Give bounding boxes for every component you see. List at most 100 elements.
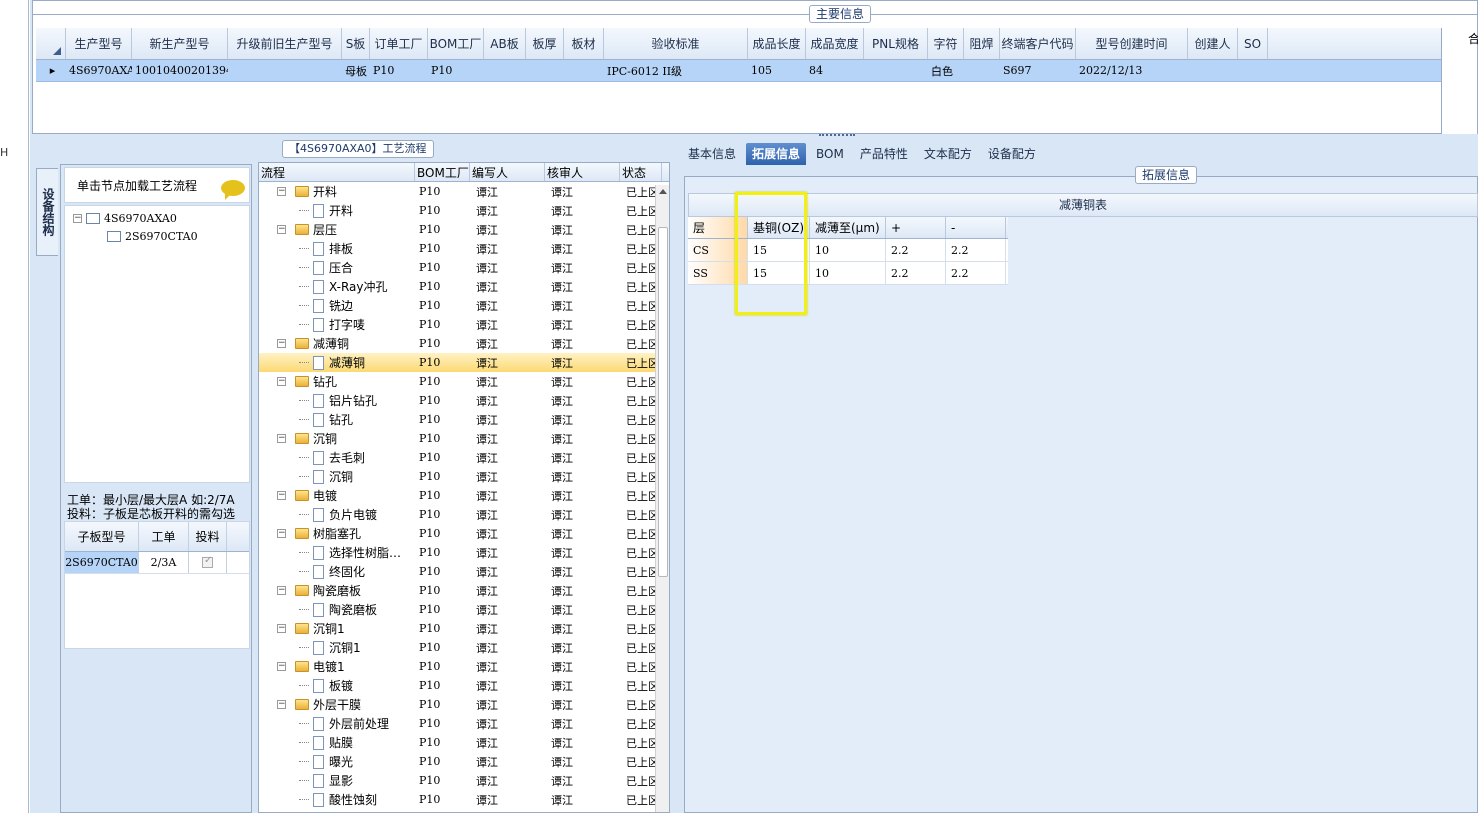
thin-cell[interactable]: 2.2 [946,262,1006,284]
table-row[interactable]: − 钻孔 P10 谭江 谭江 已上区 [259,372,669,391]
tree-node-child[interactable]: 2S6970CTA0 [107,230,198,243]
main-cell[interactable]: 2022/12/13 [1076,60,1188,81]
collapse-icon[interactable]: − [277,339,286,348]
thin-cell[interactable]: 2.2 [946,239,1006,261]
table-row[interactable]: − 层压 P10 谭江 谭江 已上区 [259,220,669,239]
main-cell[interactable]: 4S6970AXA0 [66,60,132,81]
table-row[interactable]: 2S6970CTA0 2/3A [65,552,249,574]
collapse-icon[interactable]: − [277,700,286,709]
table-row[interactable]: 曝光 P10 谭江 谭江 已上区 [259,752,669,771]
main-cell[interactable] [1238,60,1268,81]
feed-checkbox[interactable] [202,555,213,568]
table-row[interactable]: − 树脂塞孔 P10 谭江 谭江 已上区 [259,524,669,543]
table-row[interactable]: 去毛刺 P10 谭江 谭江 已上区 [259,448,669,467]
table-row[interactable]: 显影 P10 谭江 谭江 已上区 [259,771,669,790]
main-cell[interactable]: P10 [370,60,428,81]
sub-board-grid[interactable]: 子板型号 工单 投料 2S6970CTA0 2/3A [64,521,250,649]
main-cell[interactable] [526,60,564,81]
collapse-icon[interactable]: − [73,214,82,223]
collapse-icon[interactable]: − [277,187,286,196]
collapse-icon[interactable]: − [277,434,286,443]
main-cell[interactable]: IPC-6012 II级 [604,60,748,81]
main-cell[interactable]: 105 [748,60,806,81]
document-icon [313,602,324,617]
splitter-handle[interactable] [819,134,855,138]
main-cell[interactable] [864,60,928,81]
table-row[interactable]: 板镀 P10 谭江 谭江 已上区 [259,676,669,695]
collapse-icon[interactable]: − [277,586,286,595]
tab-3[interactable]: 产品特性 [854,143,914,165]
grid-corner-icon[interactable] [36,28,66,59]
table-row[interactable]: − 外层干膜 P10 谭江 谭江 已上区 [259,695,669,714]
process-tree-grid[interactable]: 流程 BOM工厂 编写人 核审人 状态 − 开料 P10 谭江 谭江 已上区 开料 P10 谭江… [258,162,670,813]
tab-0[interactable]: 基本信息 [682,143,742,165]
tab-device-structure[interactable]: 设备结构 [36,168,58,256]
main-cell[interactable]: 84 [806,60,864,81]
main-cell[interactable] [228,60,342,81]
table-row[interactable]: 沉铜 P10 谭江 谭江 已上区 [259,467,669,486]
table-row[interactable]: 减薄铜 P10 谭江 谭江 已上区 [259,353,669,372]
table-row[interactable]: 负片电镀 P10 谭江 谭江 已上区 [259,505,669,524]
speech-bubble-icon[interactable] [221,180,245,200]
main-info-grid[interactable]: 生产型号 新生产型号 升级前旧生产型号 S板 订单工厂 BOM工厂 AB板 板厚 板材 验收标准成… [36,28,1442,82]
thin-cell[interactable]: 2.2 [886,239,946,261]
sub-order-cell[interactable]: 2/3A [139,552,189,573]
main-col-header: 终端客户代码 [1000,28,1076,59]
structure-tree[interactable]: − 4S6970AXA0 2S6970CTA0 [64,205,250,483]
table-row[interactable]: − 电镀1 P10 谭江 谭江 已上区 [259,657,669,676]
thin-cell[interactable]: 2.2 [886,262,946,284]
main-cell[interactable]: 白色 [928,60,964,81]
table-row[interactable]: 开料 P10 谭江 谭江 已上区 [259,201,669,220]
reviewer-cell: 谭江 [551,641,573,655]
collapse-icon[interactable]: − [277,377,286,386]
process-scrollbar[interactable] [655,185,669,812]
table-row[interactable]: − 电镀 P10 谭江 谭江 已上区 [259,486,669,505]
table-row[interactable]: − 开料 P10 谭江 谭江 已上区 [259,182,669,201]
thin-cell[interactable]: 10 [810,239,886,261]
collapse-icon[interactable]: − [277,225,286,234]
sub-grid-header: 子板型号 工单 投料 [65,522,249,552]
table-row[interactable]: 终固化 P10 谭江 谭江 已上区 [259,562,669,581]
flow-cell: 铝片钻孔 [259,391,415,410]
table-row[interactable]: 外层前处理 P10 谭江 谭江 已上区 [259,714,669,733]
table-row[interactable]: 陶瓷磨板 P10 谭江 谭江 已上区 [259,600,669,619]
main-cell[interactable]: 10010400201394 [132,60,228,81]
main-cell[interactable] [484,60,526,81]
table-row[interactable]: 压合 P10 谭江 谭江 已上区 [259,258,669,277]
tab-4[interactable]: 文本配方 [918,143,978,165]
main-cell[interactable]: 母板 [342,60,370,81]
main-cell[interactable]: S697 [1000,60,1076,81]
collapse-icon[interactable]: − [277,624,286,633]
table-row[interactable]: 酸性蚀刻 P10 谭江 谭江 已上区 [259,790,669,809]
table-row[interactable]: 打字唛 P10 谭江 谭江 已上区 [259,315,669,334]
main-cell[interactable] [1188,60,1238,81]
collapse-icon[interactable]: − [277,491,286,500]
tab-1[interactable]: 拓展信息 [746,143,807,165]
main-cell[interactable] [564,60,604,81]
table-row[interactable]: X-Ray冲孔 P10 谭江 谭江 已上区 [259,277,669,296]
table-row[interactable]: 排板 P10 谭江 谭江 已上区 [259,239,669,258]
scroll-up-icon[interactable] [659,189,667,194]
table-row[interactable]: − 减薄铜 P10 谭江 谭江 已上区 [259,334,669,353]
thin-cell[interactable]: 10 [810,262,886,284]
tab-5[interactable]: 设备配方 [982,143,1042,165]
table-row[interactable]: 铣边 P10 谭江 谭江 已上区 [259,296,669,315]
table-row[interactable]: 选择性树脂… P10 谭江 谭江 已上区 [259,543,669,562]
tree-node-root[interactable]: − 4S6970AXA0 [73,212,177,225]
tab-2[interactable]: BOM [810,143,850,165]
table-row[interactable]: − 沉铜 P10 谭江 谭江 已上区 [259,429,669,448]
table-row[interactable]: 沉铜1 P10 谭江 谭江 已上区 [259,638,669,657]
table-row[interactable]: − 沉铜1 P10 谭江 谭江 已上区 [259,619,669,638]
reviewer-cell: 谭江 [551,356,573,370]
main-cell[interactable]: P10 [428,60,484,81]
table-row[interactable]: − 陶瓷磨板 P10 谭江 谭江 已上区 [259,581,669,600]
sub-feed-cell[interactable] [189,552,227,573]
collapse-icon[interactable]: − [277,662,286,671]
table-row[interactable]: 贴膜 P10 谭江 谭江 已上区 [259,733,669,752]
main-grid-row[interactable]: ▸ 4S6970AXA010010400201394母板P10P10IPC-60… [36,60,1442,82]
table-row[interactable]: 钻孔 P10 谭江 谭江 已上区 [259,410,669,429]
scroll-thumb[interactable] [658,227,668,577]
collapse-icon[interactable]: − [277,529,286,538]
main-cell[interactable] [964,60,1000,81]
table-row[interactable]: 铝片钻孔 P10 谭江 谭江 已上区 [259,391,669,410]
